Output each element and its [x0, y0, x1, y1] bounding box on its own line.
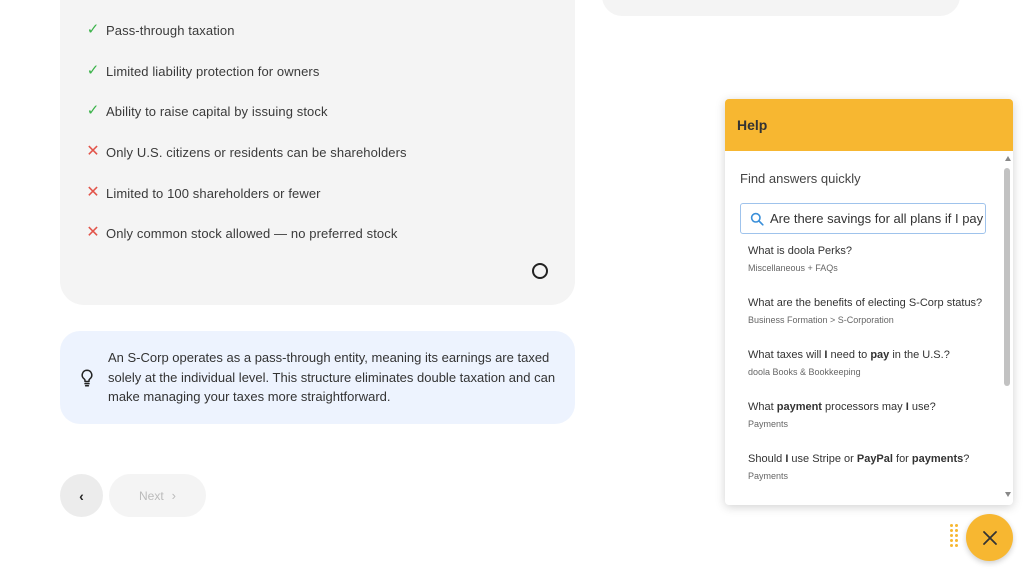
result-item-5[interactable]: Should I use Stripe or PayPal for paymen…: [748, 452, 998, 481]
cross-icon: ✕: [86, 224, 100, 241]
cross-icon: ✕: [86, 143, 100, 160]
result-category: Business Formation > S-Corporation: [748, 315, 894, 325]
scroll-down-icon[interactable]: [1005, 492, 1011, 497]
top-card-edge: [602, 0, 960, 16]
result-question[interactable]: Should I use Stripe or PayPal for paymen…: [748, 452, 998, 466]
help-title: Help: [737, 117, 768, 133]
feature-text: Limited liability protection for owners: [106, 63, 320, 79]
help-header: Help: [725, 99, 1013, 151]
drag-handle-icon[interactable]: [950, 524, 960, 548]
feature-text: Limited to 100 shareholders or fewer: [106, 185, 321, 201]
help-panel: Help Find answers quickly What is doola …: [725, 99, 1013, 505]
close-icon: [982, 530, 997, 545]
feature-pro-3: ✓ Ability to raise capital by issuing st…: [86, 101, 328, 121]
scrollbar-thumb[interactable]: [1004, 168, 1010, 386]
check-icon: ✓: [86, 62, 100, 79]
feature-con-2: ✕ Limited to 100 shareholders or fewer: [86, 183, 321, 203]
feature-con-3: ✕ Only common stock allowed — no preferr…: [86, 223, 397, 243]
search-box[interactable]: [740, 203, 986, 234]
result-question[interactable]: What is doola Perks?: [748, 244, 998, 258]
check-icon: ✓: [86, 102, 100, 119]
lightbulb-icon: [81, 369, 93, 387]
result-category: doola Books & Bookkeeping: [748, 367, 861, 377]
result-item-2[interactable]: What are the benefits of electing S-Corp…: [748, 296, 998, 325]
scrollbar[interactable]: [1003, 154, 1013, 505]
result-question[interactable]: What payment processors may I use?: [748, 400, 998, 414]
result-question[interactable]: What taxes will I need to pay in the U.S…: [748, 348, 998, 362]
feature-con-1: ✕ Only U.S. citizens or residents can be…: [86, 142, 407, 162]
result-category: Payments: [748, 419, 789, 429]
result-item-4[interactable]: What payment processors may I use? Payme…: [748, 400, 998, 429]
result-question[interactable]: What are the benefits of electing S-Corp…: [748, 296, 998, 310]
result-category: Miscellaneous + FAQs: [748, 263, 838, 273]
close-help-button[interactable]: [966, 514, 1013, 561]
info-text: An S-Corp operates as a pass-through ent…: [108, 350, 556, 404]
feature-pro-1: ✓ Pass-through taxation: [86, 20, 235, 40]
check-icon: ✓: [86, 21, 100, 38]
cross-icon: ✕: [86, 184, 100, 201]
help-subtitle: Find answers quickly: [740, 171, 861, 186]
result-category: Payments: [748, 471, 789, 481]
scroll-up-icon[interactable]: [1005, 156, 1011, 161]
circle-icon[interactable]: [532, 263, 548, 279]
result-item-1[interactable]: What is doola Perks? Miscellaneous + FAQ…: [748, 244, 998, 273]
next-button[interactable]: Next ›: [109, 474, 206, 517]
feature-text: Only U.S. citizens or residents can be s…: [106, 144, 407, 160]
back-button[interactable]: ‹: [60, 474, 103, 517]
result-item-3[interactable]: What taxes will I need to pay in the U.S…: [748, 348, 998, 377]
search-icon: [750, 212, 764, 226]
feature-text: Only common stock allowed — no preferred…: [106, 225, 398, 241]
feature-pro-2: ✓ Limited liability protection for owner…: [86, 61, 320, 81]
feature-text: Ability to raise capital by issuing stoc…: [106, 103, 328, 119]
feature-text: Pass-through taxation: [106, 22, 235, 38]
search-input[interactable]: [770, 204, 985, 233]
next-label: Next: [138, 488, 164, 503]
chevron-right-icon: ›: [171, 488, 177, 503]
